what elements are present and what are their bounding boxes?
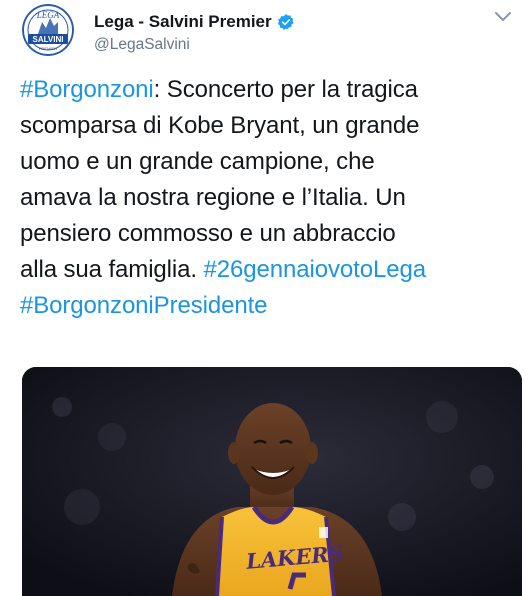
tweet-line: amava la nostra regione e l’Italia. Un xyxy=(20,180,520,216)
display-name[interactable]: Lega - Salvini Premier xyxy=(94,12,272,32)
hashtag-link[interactable]: #26gennaiovotoLega xyxy=(204,256,427,283)
tweet-text-segment: uomo e un grande campione, che xyxy=(20,148,375,175)
tweet-text-segment: amava la nostra regione e l’Italia. Un xyxy=(20,184,406,211)
tweet-text-segment: alla sua famiglia. xyxy=(20,256,204,283)
tweet-text: #Borgonzoni: Sconcerto per la tragica sco… xyxy=(20,72,520,324)
hashtag-link[interactable]: #Borgonzoni xyxy=(20,76,154,103)
tweet-text-segment: : Sconcerto per la tragica xyxy=(153,76,418,103)
verified-badge-icon xyxy=(277,13,295,31)
tweet-line: scomparsa di Kobe Bryant, un grande xyxy=(20,108,520,144)
tweet-text-segment: scomparsa di Kobe Bryant, un grande xyxy=(20,112,420,139)
logo-text-banner: SALVINI xyxy=(33,35,64,44)
tweet-line: uomo e un grande campione, che xyxy=(20,144,520,180)
handle[interactable]: @LegaSalvini xyxy=(94,36,190,54)
tweet-line: alla sua famiglia. #26gennaiovotoLega xyxy=(20,252,520,288)
avatar[interactable]: LEGA SALVINI PREMIER xyxy=(22,4,74,56)
logo-text-small: PREMIER xyxy=(39,46,57,51)
hashtag-link[interactable]: #BorgonzoniPresidente xyxy=(20,292,268,319)
tweet-text-segment: pensiero commosso e un abbraccio xyxy=(20,220,396,247)
lega-logo: LEGA SALVINI PREMIER xyxy=(22,4,74,56)
account-name-row[interactable]: Lega - Salvini Premier xyxy=(94,10,295,34)
tweet-line: #BorgonzoniPresidente xyxy=(20,288,520,324)
tweet-line: pensiero commosso e un abbraccio xyxy=(20,216,520,252)
chevron-down-icon[interactable] xyxy=(488,2,518,32)
tweet-line: #Borgonzoni: Sconcerto per la tragica xyxy=(20,72,520,108)
logo-text-top: LEGA xyxy=(36,10,60,20)
